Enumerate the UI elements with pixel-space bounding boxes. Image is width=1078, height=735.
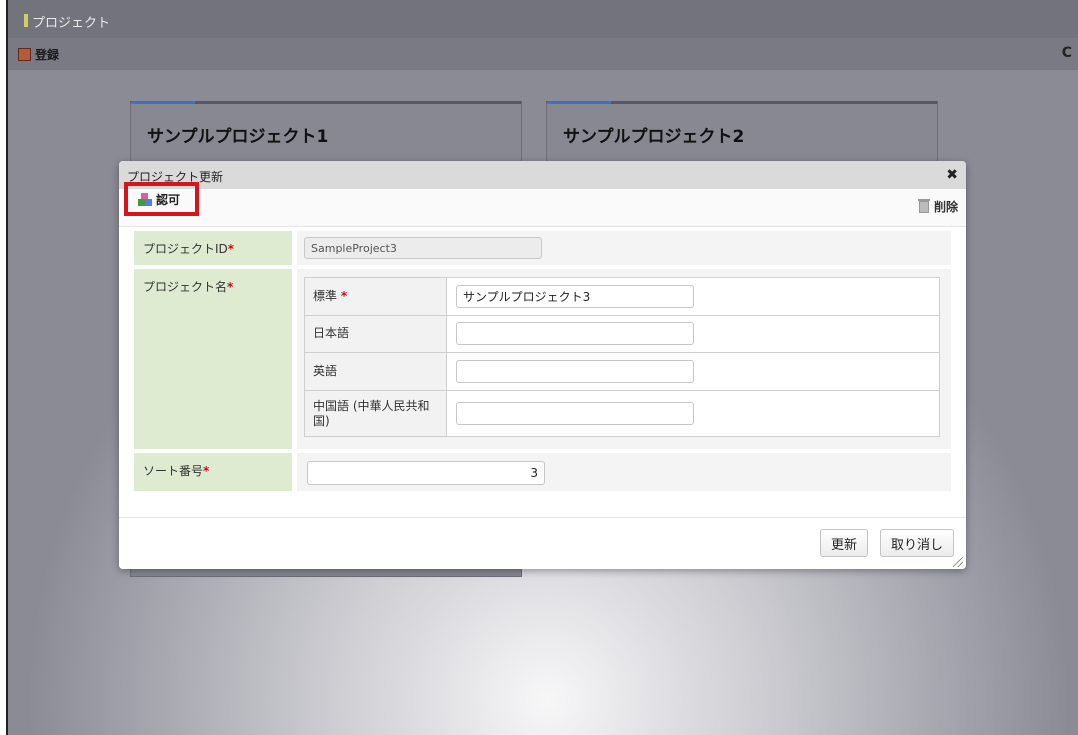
language-name-table: 標準 * 日本語 英語 中国語 (中華人民共和国) <box>304 277 940 437</box>
project-name-label: プロジェクト名* <box>134 269 292 449</box>
lang-label-text: 標準 <box>313 288 338 303</box>
card-title: サンプルプロジェクト1 <box>147 127 329 147</box>
update-button[interactable]: 更新 <box>819 529 868 557</box>
lang-label-chinese: 中国語 (中華人民共和国) <box>304 390 447 437</box>
table-row: 日本語 <box>304 314 940 354</box>
page-title: プロジェクト <box>32 16 111 31</box>
delete-label: 削除 <box>933 200 958 214</box>
lang-value-cell <box>446 352 940 391</box>
register-button[interactable]: 登録 <box>18 46 59 63</box>
project-update-dialog: プロジェクト更新 ✖ 認可 削除 プロジェクトID* SampleProject… <box>119 161 966 569</box>
register-icon <box>18 48 31 61</box>
lang-value-cell <box>446 277 940 316</box>
project-id-field: SampleProject3 <box>304 237 542 259</box>
project-id-label: プロジェクトID* <box>134 231 292 265</box>
table-row: 標準 * <box>304 277 940 316</box>
name-japanese-input[interactable] <box>456 322 694 346</box>
project-name-cell: 標準 * 日本語 英語 中国語 (中華人民共和国) <box>297 269 951 449</box>
app-titlebar: プロジェクト <box>8 0 1078 38</box>
sort-no-input[interactable] <box>307 461 545 485</box>
sort-no-cell <box>297 453 951 491</box>
cancel-button[interactable]: 取り消し <box>879 529 954 557</box>
project-icon <box>24 14 28 27</box>
close-icon[interactable]: ✖ <box>946 167 958 183</box>
lang-value-cell <box>446 314 940 354</box>
lang-label-standard: 標準 * <box>304 277 447 316</box>
approve-label: 認可 <box>156 192 181 207</box>
approve-button[interactable]: 認可 <box>124 182 199 216</box>
required-mark: * <box>203 464 210 478</box>
lang-value-cell <box>446 390 940 437</box>
lang-label-english: 英語 <box>304 352 447 391</box>
sort-no-label: ソート番号* <box>134 453 292 491</box>
name-english-input[interactable] <box>456 360 694 384</box>
delete-button[interactable]: 削除 <box>917 198 958 215</box>
resize-handle[interactable] <box>953 557 963 567</box>
cubes-icon <box>138 192 152 206</box>
dialog-header: プロジェクト更新 ✖ <box>119 161 966 189</box>
required-mark: * <box>340 288 348 303</box>
project-name-label-text: プロジェクト名 <box>143 280 228 294</box>
trash-icon <box>917 198 930 213</box>
project-id-cell: SampleProject3 <box>297 231 951 265</box>
project-id-label-text: プロジェクトID <box>143 242 228 256</box>
name-standard-input[interactable] <box>456 284 694 308</box>
refresh-icon[interactable]: C <box>1062 45 1072 61</box>
card-accent <box>131 101 195 104</box>
required-mark: * <box>227 280 234 294</box>
register-label: 登録 <box>35 48 60 62</box>
table-row: 英語 <box>304 352 940 391</box>
dialog-toolbar: 認可 削除 <box>119 182 966 227</box>
lang-label-japanese: 日本語 <box>304 314 447 354</box>
main-toolbar: 登録 C <box>8 38 1078 70</box>
card-accent <box>547 101 611 104</box>
dialog-footer: 更新 取り消し <box>119 517 966 569</box>
name-chinese-input[interactable] <box>456 402 694 425</box>
card-title: サンプルプロジェクト2 <box>563 127 745 147</box>
table-row: 中国語 (中華人民共和国) <box>304 390 940 437</box>
required-mark: * <box>227 242 235 256</box>
sort-no-label-text: ソート番号 <box>143 464 204 478</box>
app-frame: プロジェクト 登録 C サンプルプロジェクト1 サンプルプロジェクト2 プロジェ… <box>6 0 1078 735</box>
